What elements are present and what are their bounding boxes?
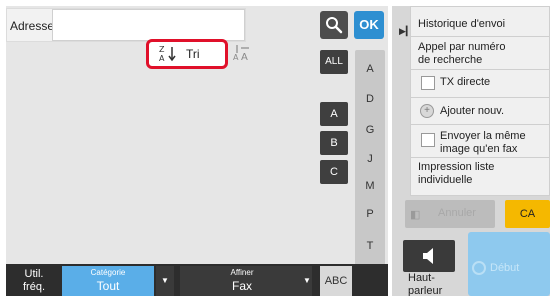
- svg-text:A: A: [159, 54, 165, 63]
- index-letter[interactable]: G: [355, 124, 385, 136]
- address-label: Adresse: [10, 19, 55, 33]
- search-button[interactable]: [320, 11, 348, 39]
- svg-text:A: A: [233, 53, 239, 62]
- svg-text:A: A: [241, 52, 248, 63]
- menu-item-search-call[interactable]: Appel par numéro de recherche: [418, 41, 505, 67]
- speaker-label-line-1: Haut-: [408, 272, 435, 284]
- start-label: Début: [490, 262, 520, 274]
- index-letter[interactable]: P: [355, 208, 385, 220]
- menu-divider: [410, 69, 550, 70]
- index-letter[interactable]: A: [355, 63, 385, 75]
- cancel-icon: ◧: [410, 209, 421, 221]
- frequent-use-button[interactable]: Util. fréq.: [8, 266, 60, 296]
- add-icon: +: [420, 104, 434, 118]
- chevron-down-icon: ▼: [303, 276, 311, 285]
- sort-az-icon: Z A: [158, 44, 180, 66]
- frequent-use-label-2: fréq.: [22, 281, 45, 293]
- menu-item-tx-direct[interactable]: TX directe: [440, 76, 490, 89]
- menu-divider: [410, 157, 550, 158]
- menu-item-send-history[interactable]: Historique d'envoi: [418, 18, 505, 31]
- index-letter[interactable]: D: [355, 93, 385, 105]
- address-input[interactable]: [52, 9, 245, 41]
- menu-item-search-call-line-1: Appel par numéro: [418, 41, 506, 53]
- menu-divider: [410, 124, 550, 125]
- menu-divider: [410, 97, 550, 98]
- frequent-use-label-1: Util.: [24, 268, 44, 280]
- same-image-checkbox[interactable]: [421, 133, 435, 147]
- speaker-icon: [423, 248, 433, 264]
- menu-item-same-image-line-1: Envoyer la même: [440, 130, 526, 142]
- speaker-label: Haut- parleur: [408, 272, 458, 296]
- refine-title: Affiner: [230, 268, 254, 277]
- menu-item-same-image[interactable]: Envoyer la même image qu'en fax: [440, 130, 526, 156]
- key-c[interactable]: C: [320, 160, 348, 184]
- cancel-label: Annuler: [438, 207, 476, 219]
- speaker-label-line-2: parleur: [408, 285, 443, 296]
- menu-item-same-image-line-2: image qu'en fax: [440, 143, 518, 155]
- menu-item-print-list-line-1: Impression liste: [418, 161, 495, 173]
- menu-item-search-call-line-2: de recherche: [418, 54, 483, 66]
- sort-reverse-icon[interactable]: A A: [232, 43, 252, 64]
- category-title: Catégorie: [90, 268, 126, 277]
- index-letter[interactable]: J: [355, 153, 385, 165]
- menu-divider: [410, 36, 550, 37]
- key-a[interactable]: A: [320, 102, 348, 126]
- chevron-down-icon[interactable]: ▼: [156, 266, 174, 296]
- category-value: Tout: [96, 279, 120, 293]
- speaker-button[interactable]: [403, 240, 455, 272]
- key-b[interactable]: B: [320, 131, 348, 155]
- menu-item-print-list[interactable]: Impression liste individuelle: [418, 161, 494, 187]
- menu-item-print-list-line-2: individuelle: [418, 174, 473, 186]
- start-icon: [472, 261, 486, 275]
- refine-value: Fax: [231, 279, 252, 293]
- index-letter[interactable]: M: [355, 180, 385, 192]
- all-key[interactable]: ALL: [320, 50, 348, 74]
- tx-direct-checkbox[interactable]: [421, 76, 435, 90]
- sort-label: Tri: [186, 47, 200, 61]
- ca-button[interactable]: CA: [505, 200, 550, 228]
- menu-item-add-new[interactable]: Ajouter nouv.: [440, 105, 504, 118]
- search-icon: [326, 17, 343, 34]
- ok-button[interactable]: OK: [354, 11, 384, 39]
- abc-button[interactable]: ABC: [320, 266, 352, 296]
- index-letter[interactable]: T: [355, 240, 385, 252]
- index-scroll-strip[interactable]: [355, 50, 385, 290]
- svg-text:Z: Z: [159, 45, 165, 54]
